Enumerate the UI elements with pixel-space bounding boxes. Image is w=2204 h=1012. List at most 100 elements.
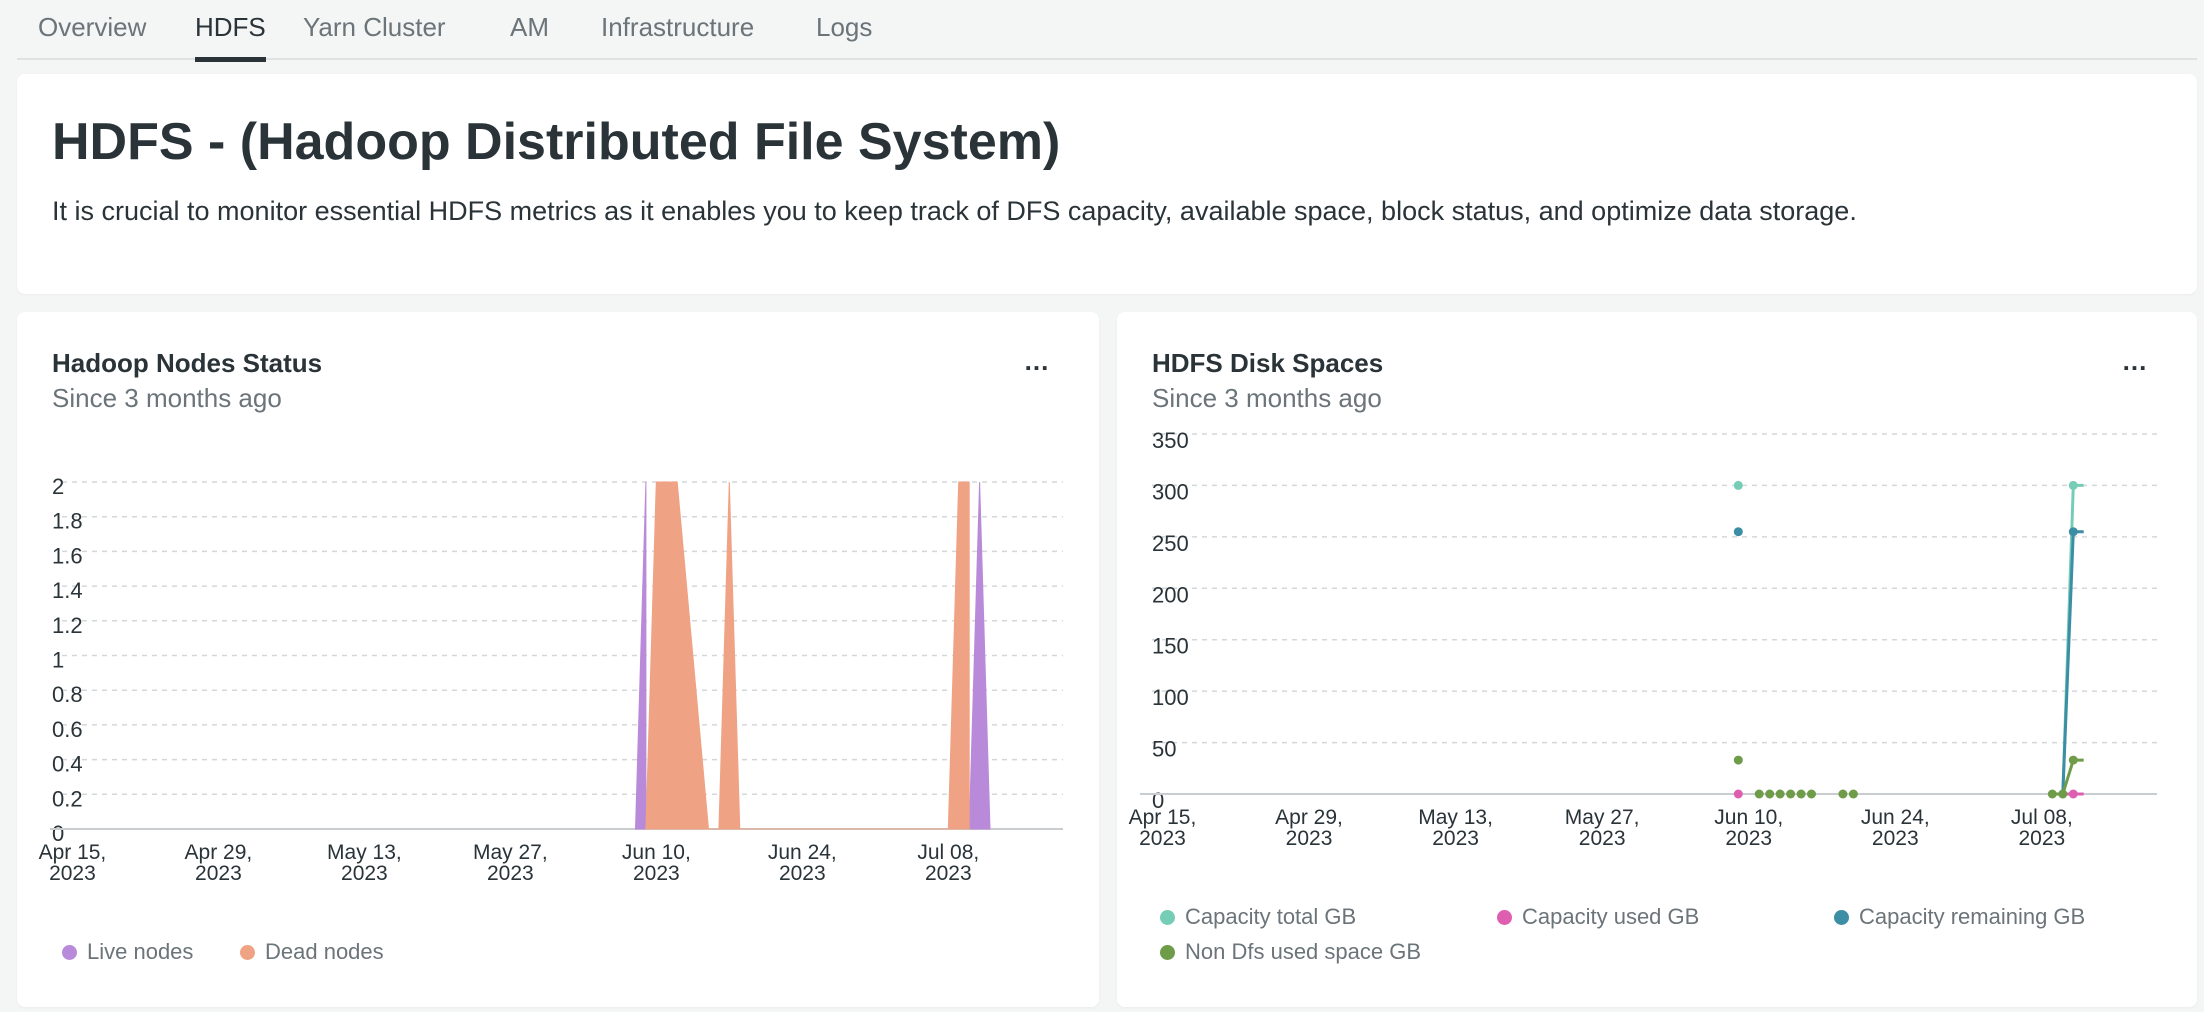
non-dfs-used-space-gb-point — [1775, 789, 1785, 799]
y-tick-label: 50 — [1152, 737, 1176, 762]
legend-label: Capacity remaining GB — [1859, 904, 2086, 929]
x-tick-label: 2023 — [2018, 827, 2065, 850]
tab-hdfs[interactable]: HDFS — [195, 12, 266, 62]
tab-overview[interactable]: Overview — [38, 12, 146, 60]
tab-yarn-cluster[interactable]: Yarn Cluster — [303, 12, 446, 60]
x-tick-label: May 13, — [327, 841, 402, 864]
hadoop-nodes-chart: 21.81.61.41.210.80.60.40.20Apr 15,2023Ap… — [39, 474, 1063, 885]
y-tick-label: 0.2 — [52, 786, 83, 811]
y-tick-label: 150 — [1152, 634, 1189, 659]
x-tick-label: 2023 — [1725, 827, 1772, 850]
legend-swatch — [1834, 909, 1849, 925]
legend-label: Capacity total GB — [1185, 904, 1357, 929]
hadoop-nodes-status-panel: Hadoop Nodes Status Since 3 months ago .… — [17, 312, 1099, 1007]
dead-nodes-area — [947, 481, 970, 830]
dead-nodes-area — [645, 481, 710, 830]
chart-legend: Live nodes Dead nodes — [62, 939, 462, 971]
page-description: It is crucial to monitor essential HDFS … — [52, 196, 1857, 226]
x-tick-label: Jun 24, — [1861, 806, 1930, 829]
tab-infrastructure[interactable]: Infrastructure — [601, 12, 754, 60]
non-dfs-used-space-gb-point — [1848, 789, 1858, 799]
y-tick-label: 1.2 — [52, 613, 83, 638]
legend-item-capacity-total[interactable]: Capacity total GB — [1160, 904, 1356, 930]
x-tick-label: 2023 — [925, 862, 972, 885]
legend-item-capacity-used[interactable]: Capacity used GB — [1497, 904, 1699, 930]
x-tick-label: 2023 — [487, 862, 534, 885]
capacity-remaining-gb-point — [1733, 527, 1743, 537]
capacity-total-gb-point — [1733, 480, 1743, 490]
x-tick-label: Jun 10, — [1714, 806, 1783, 829]
x-tick-label: Jun 10, — [622, 841, 691, 864]
y-tick-label: 2 — [52, 474, 64, 499]
legend-swatch — [62, 944, 77, 960]
page-title: HDFS - (Hadoop Distributed File System) — [52, 113, 1061, 171]
y-tick-label: 0.8 — [52, 682, 83, 707]
non-dfs-used-space-gb-point — [1796, 789, 1806, 799]
x-tick-label: 2023 — [1432, 827, 1479, 850]
legend-label: Capacity used GB — [1522, 904, 1700, 929]
legend-item-dead-nodes[interactable]: Dead nodes — [240, 939, 384, 965]
legend-label: Dead nodes — [265, 939, 384, 964]
y-tick-label: 350 — [1152, 428, 1189, 453]
hdfs-disk-spaces-chart: 350300250200150100500Apr 15,2023Apr 29,2… — [1129, 428, 2157, 850]
capacity-remaining-gb-point — [2068, 527, 2078, 537]
y-tick-label: 0.4 — [52, 752, 83, 777]
non-dfs-used-space-gb-point — [2068, 755, 2078, 765]
x-tick-label: 2023 — [1286, 827, 1333, 850]
y-tick-label: 0.6 — [52, 717, 83, 742]
non-dfs-used-space-gb-point — [1733, 755, 1743, 765]
y-tick-label: 200 — [1152, 582, 1189, 607]
live-nodes-area — [634, 481, 647, 830]
non-dfs-used-space-gb-point — [2058, 789, 2068, 799]
y-tick-label: 100 — [1152, 685, 1189, 710]
intro-card: HDFS - (Hadoop Distributed File System) … — [17, 74, 2197, 294]
legend-item-live-nodes[interactable]: Live nodes — [62, 939, 193, 965]
capacity-total-gb-point — [2068, 480, 2078, 490]
x-tick-label: Jul 08, — [917, 841, 979, 864]
x-tick-label: May 13, — [1418, 806, 1493, 829]
legend-swatch — [1160, 909, 1175, 925]
x-tick-label: Apr 29, — [185, 841, 253, 864]
non-dfs-used-space-gb-point — [1807, 789, 1816, 799]
tab-logs[interactable]: Logs — [816, 12, 872, 60]
capacity-used-gb-point — [2068, 789, 2078, 799]
capacity-used-gb-point — [1733, 789, 1743, 799]
chart-legend: Capacity total GB Capacity used GB Capac… — [1160, 904, 2180, 974]
x-tick-label: 2023 — [341, 862, 388, 885]
x-tick-label: 2023 — [1139, 827, 1186, 850]
legend-label: Non Dfs used space GB — [1185, 939, 1422, 964]
x-tick-label: 2023 — [1872, 827, 1919, 850]
legend-swatch — [1497, 909, 1512, 925]
legend-label: Live nodes — [87, 939, 194, 964]
non-dfs-used-space-gb-point — [1786, 789, 1796, 799]
legend-item-capacity-remaining[interactable]: Capacity remaining GB — [1834, 904, 2085, 930]
x-tick-label: 2023 — [633, 862, 680, 885]
legend-item-non-dfs-used[interactable]: Non Dfs used space GB — [1160, 939, 1421, 965]
y-tick-label: 250 — [1152, 531, 1189, 556]
legend-swatch — [1160, 944, 1175, 960]
x-tick-label: 2023 — [195, 862, 242, 885]
legend-swatch — [240, 944, 255, 960]
x-tick-label: May 27, — [1565, 806, 1640, 829]
x-tick-label: 2023 — [1579, 827, 1626, 850]
tab-am[interactable]: AM — [510, 12, 549, 60]
x-tick-label: 2023 — [49, 862, 96, 885]
x-tick-label: 2023 — [779, 862, 826, 885]
x-tick-label: Apr 15, — [39, 841, 107, 864]
y-tick-label: 1 — [52, 648, 64, 673]
x-tick-label: Jun 24, — [768, 841, 837, 864]
x-tick-label: Jul 08, — [2011, 806, 2073, 829]
x-tick-label: Apr 15, — [1129, 806, 1197, 829]
y-tick-label: 1.4 — [52, 578, 83, 603]
hdfs-disk-spaces-panel: HDFS Disk Spaces Since 3 months ago ... … — [1117, 312, 2197, 1007]
non-dfs-used-space-gb-point — [1838, 789, 1848, 799]
non-dfs-used-space-gb-point — [1765, 789, 1775, 799]
y-tick-label: 300 — [1152, 479, 1189, 504]
y-tick-label: 1.6 — [52, 543, 83, 568]
y-tick-label: 1.8 — [52, 509, 83, 534]
non-dfs-used-space-gb-point — [2047, 789, 2057, 799]
non-dfs-used-space-gb-point — [1754, 789, 1764, 799]
tab-bar: Overview HDFS Yarn Cluster AM Infrastruc… — [17, 0, 2197, 62]
x-tick-label: May 27, — [473, 841, 548, 864]
x-tick-label: Apr 29, — [1275, 806, 1343, 829]
